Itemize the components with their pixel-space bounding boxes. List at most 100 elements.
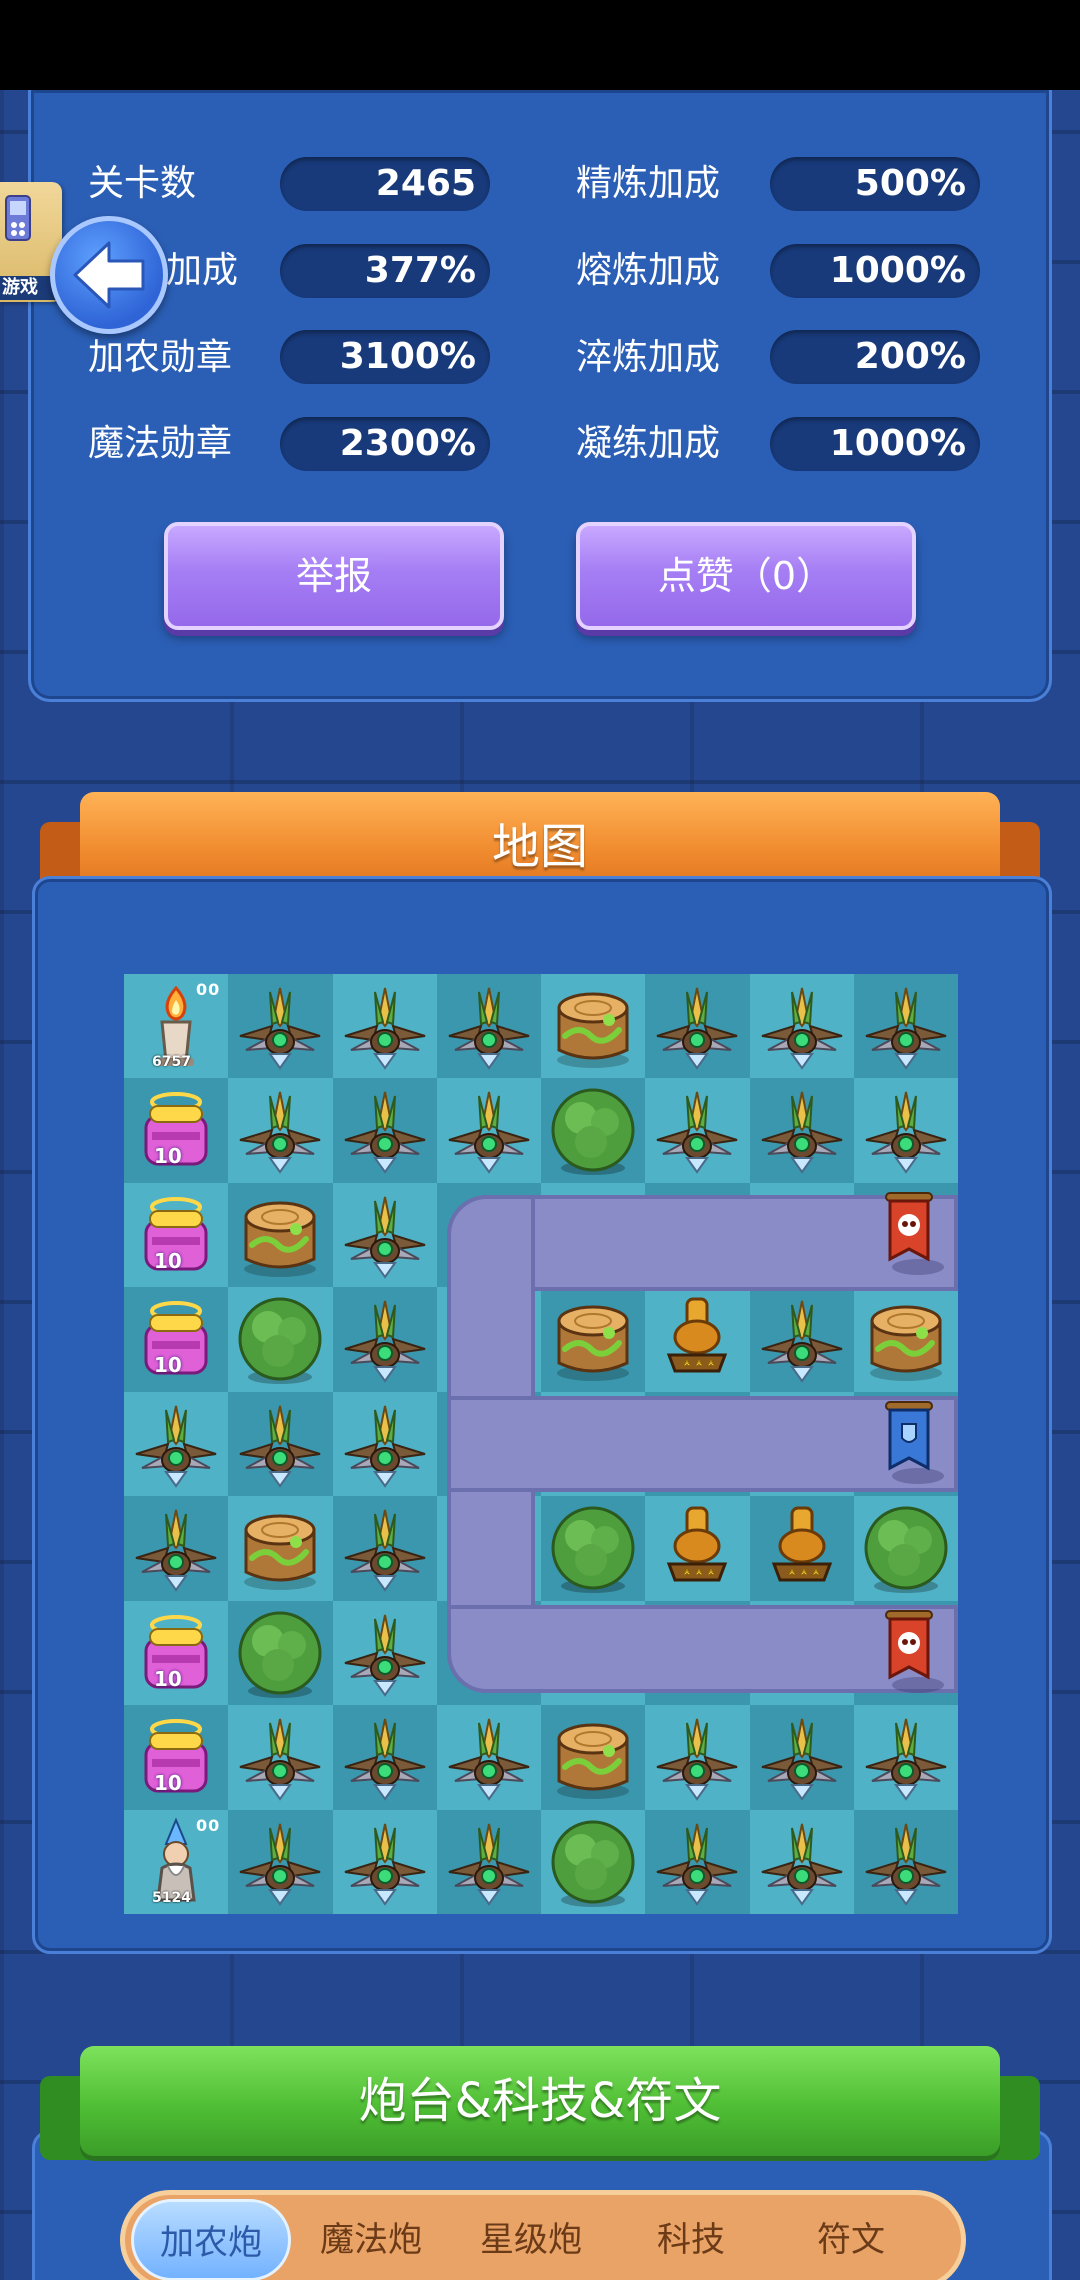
plant-turret-icon[interactable] xyxy=(854,1078,958,1182)
bush-icon[interactable] xyxy=(228,1287,332,1391)
plant-turret-icon[interactable] xyxy=(854,974,958,1078)
plant-turret-icon-graphic xyxy=(656,1092,738,1175)
gift-box-icon[interactable]: 10 xyxy=(124,1078,228,1182)
plant-turret-icon-graphic xyxy=(448,1718,530,1801)
map-grid: 6757 00 10 10 10 10 10 5124 00 xyxy=(124,974,958,1914)
skull-banner-icon[interactable] xyxy=(854,1183,958,1287)
plant-turret-icon[interactable] xyxy=(333,1183,437,1287)
tree-stump-icon[interactable] xyxy=(854,1287,958,1391)
plant-turret-icon[interactable] xyxy=(750,1078,854,1182)
plant-turret-icon[interactable] xyxy=(854,1810,958,1914)
cannon-tower-icon-graphic xyxy=(667,1297,728,1373)
tab-tech[interactable]: 科技 xyxy=(611,2199,771,2280)
plant-turret-icon[interactable] xyxy=(333,1392,437,1496)
bush-icon[interactable] xyxy=(854,1496,958,1600)
gift-box-icon[interactable]: 10 xyxy=(124,1601,228,1705)
tree-stump-icon-graphic xyxy=(557,1723,629,1800)
tree-stump-icon[interactable] xyxy=(541,974,645,1078)
tree-stump-icon-graphic xyxy=(557,1305,629,1382)
bush-icon[interactable] xyxy=(541,1810,645,1914)
stat-value-refine: 500% xyxy=(770,157,980,211)
tab-cannon[interactable]: 加农炮 xyxy=(131,2199,291,2280)
plant-turret-icon[interactable] xyxy=(228,974,332,1078)
plant-turret-icon[interactable] xyxy=(333,1287,437,1391)
stat-value-quench: 200% xyxy=(770,330,980,384)
plant-turret-icon[interactable] xyxy=(228,1810,332,1914)
gift-box-icon[interactable]: 10 xyxy=(124,1705,228,1809)
plant-turret-icon[interactable] xyxy=(645,1810,749,1914)
tree-stump-icon[interactable] xyxy=(228,1496,332,1600)
plant-turret-icon-graphic xyxy=(344,1614,425,1697)
tab-star-cannon[interactable]: 星级炮 xyxy=(451,2199,611,2280)
arrow-left-icon xyxy=(73,241,145,309)
plant-turret-icon[interactable] xyxy=(750,1705,854,1809)
bush-icon[interactable] xyxy=(541,1496,645,1600)
plant-turret-icon-graphic xyxy=(344,1196,425,1279)
plant-turret-icon-graphic xyxy=(344,987,425,1070)
stat-value-condense: 1000% xyxy=(770,417,980,471)
cannon-tower-icon[interactable] xyxy=(750,1496,854,1600)
gift-level-label: 10 xyxy=(154,1248,182,1273)
plant-turret-icon-graphic xyxy=(135,1510,217,1592)
plant-turret-icon-graphic xyxy=(344,1405,425,1488)
plant-turret-icon[interactable] xyxy=(750,974,854,1078)
plant-turret-icon-graphic xyxy=(656,987,738,1070)
stat-value-bonus: 377% xyxy=(280,244,490,298)
shield-banner-icon[interactable] xyxy=(854,1392,958,1496)
skull-banner-icon[interactable] xyxy=(854,1601,958,1705)
like-button[interactable]: 点赞（0） xyxy=(576,522,916,630)
plant-turret-icon-graphic xyxy=(239,1718,321,1801)
cannon-tower-icon[interactable] xyxy=(645,1496,749,1600)
plant-turret-icon[interactable] xyxy=(645,974,749,1078)
stat-value-magic-medal: 2300% xyxy=(280,417,490,471)
plant-turret-icon[interactable] xyxy=(333,1601,437,1705)
plant-turret-icon[interactable] xyxy=(750,1287,854,1391)
plant-turret-icon-graphic xyxy=(239,1405,321,1488)
plant-turret-icon[interactable] xyxy=(854,1705,958,1809)
plant-turret-icon-graphic xyxy=(344,1301,425,1384)
gift-level-label: 10 xyxy=(154,1353,182,1378)
gift-box-icon[interactable]: 10 xyxy=(124,1183,228,1287)
plant-turret-icon[interactable] xyxy=(437,1810,541,1914)
tower-tabs: 加农炮 魔法炮 星级炮 科技 符文 xyxy=(120,2190,966,2280)
plant-turret-icon[interactable] xyxy=(645,1078,749,1182)
tab-rune[interactable]: 符文 xyxy=(771,2199,931,2280)
tree-stump-icon-graphic xyxy=(244,1201,317,1277)
tree-stump-icon[interactable] xyxy=(541,1287,645,1391)
plant-turret-icon[interactable] xyxy=(437,974,541,1078)
plant-turret-icon[interactable] xyxy=(437,1705,541,1809)
plant-turret-icon[interactable] xyxy=(228,1392,332,1496)
plant-turret-icon[interactable] xyxy=(228,1705,332,1809)
skull-banner-icon-graphic xyxy=(884,1609,944,1693)
plant-turret-icon-graphic xyxy=(761,1301,842,1384)
shield-banner-icon-graphic xyxy=(884,1400,944,1484)
candle-tower-icon[interactable]: 6757 00 xyxy=(124,974,228,1078)
bush-icon[interactable] xyxy=(228,1601,332,1705)
cannon-tower-icon[interactable] xyxy=(645,1287,749,1391)
tree-stump-icon[interactable] xyxy=(541,1705,645,1809)
report-button[interactable]: 举报 xyxy=(164,522,504,630)
tab-magic-cannon[interactable]: 魔法炮 xyxy=(291,2199,451,2280)
plant-turret-icon[interactable] xyxy=(333,1810,437,1914)
plant-turret-icon[interactable] xyxy=(228,1078,332,1182)
plant-turret-icon-graphic xyxy=(656,1823,738,1906)
back-button[interactable] xyxy=(50,216,168,334)
plant-turret-icon[interactable] xyxy=(333,974,437,1078)
plant-turret-icon[interactable] xyxy=(750,1810,854,1914)
plant-turret-icon[interactable] xyxy=(333,1078,437,1182)
plant-turret-icon[interactable] xyxy=(124,1496,228,1600)
plant-turret-icon-graphic xyxy=(761,1823,842,1906)
plant-turret-icon[interactable] xyxy=(124,1392,228,1496)
plant-turret-icon[interactable] xyxy=(333,1705,437,1809)
wizard-tower-icon[interactable]: 5124 00 xyxy=(124,1810,228,1914)
plant-turret-icon[interactable] xyxy=(333,1496,437,1600)
plant-turret-icon[interactable] xyxy=(645,1705,749,1809)
plant-turret-icon[interactable] xyxy=(437,1078,541,1182)
plant-turret-icon-graphic xyxy=(135,1405,217,1488)
plant-turret-icon-graphic xyxy=(344,1823,425,1906)
stat-value-level: 2465 xyxy=(280,157,490,211)
gift-box-icon[interactable]: 10 xyxy=(124,1287,228,1391)
bush-icon[interactable] xyxy=(541,1078,645,1182)
bush-icon-graphic xyxy=(238,1611,322,1698)
tree-stump-icon[interactable] xyxy=(228,1183,332,1287)
